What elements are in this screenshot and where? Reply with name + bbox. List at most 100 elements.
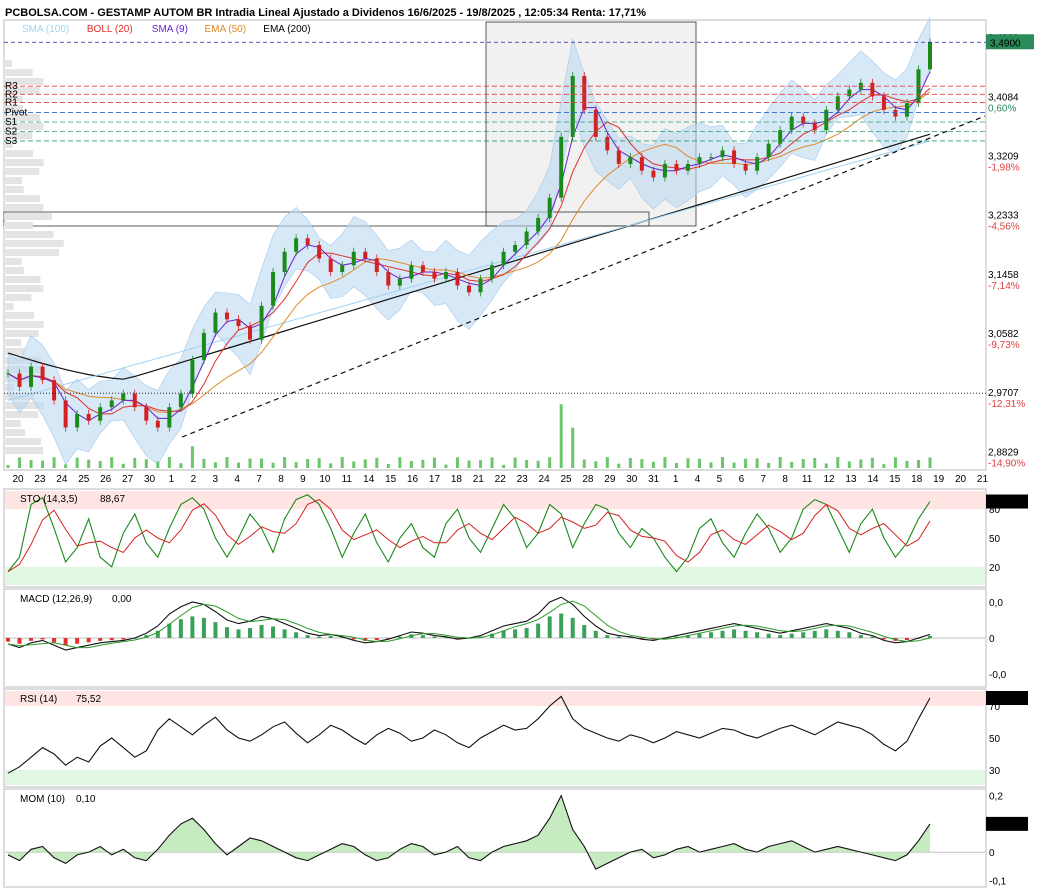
x-tick-label: 15 [385, 474, 397, 485]
volume-bar [502, 464, 506, 468]
candle-body [893, 109, 898, 117]
mom-value: 0,10 [76, 794, 96, 805]
macd-histogram-bar [432, 636, 437, 638]
volume-bar [698, 458, 701, 468]
volume-bar [64, 464, 68, 468]
volume-bar [329, 463, 333, 468]
volume-profile-bar [4, 447, 43, 454]
overbought-zone [5, 691, 985, 706]
candle-body [766, 143, 771, 158]
x-tick-label: 7 [256, 474, 262, 485]
sto-y-tick: 50 [989, 534, 1001, 545]
macd-histogram-bar [835, 630, 840, 638]
volume-bar [340, 457, 344, 468]
macd-histogram-bar [397, 636, 402, 638]
x-tick-label: 26 [100, 474, 112, 485]
legend-item-1: SMA (100) [22, 24, 69, 35]
price-y-pct: -12,31% [988, 399, 1025, 410]
candle-body [178, 393, 183, 408]
sto-y-tick: 20 [989, 563, 1001, 574]
volume-bar [386, 463, 390, 468]
candle-body [674, 163, 679, 171]
mom-label: MOM (10) [20, 794, 65, 805]
volume-bar [41, 460, 45, 468]
volume-bar [870, 457, 874, 468]
volume-bar [813, 458, 817, 468]
macd-histogram-bar [40, 638, 45, 640]
rsi-y-tick: 30 [989, 766, 1001, 777]
x-tick-label: 17 [429, 474, 441, 485]
rsi-y-tick: 50 [989, 734, 1001, 745]
candle-body [201, 332, 206, 360]
x-tick-label: 9 [300, 474, 306, 485]
volume-bar [893, 457, 897, 468]
volume-bar [167, 457, 171, 468]
volume-bar [594, 461, 598, 468]
volume-profile-bar [4, 60, 12, 67]
x-tick-label: 31 [648, 474, 660, 485]
price-y-pct: -1,98% [988, 163, 1020, 174]
volume-profile-bar [4, 294, 32, 301]
volume-bar [605, 457, 609, 468]
x-tick-label: 20 [12, 474, 24, 485]
volume-profile-bar [4, 321, 44, 328]
macd-histogram-bar [190, 616, 195, 638]
x-tick-label: 6 [739, 474, 745, 485]
candle-body [420, 265, 425, 273]
volume-bar [571, 427, 575, 468]
volume-profile-bar [4, 303, 14, 310]
x-tick-label: 22 [495, 474, 507, 485]
volume-bar [317, 458, 321, 468]
price-y-tick: 3,4084 [988, 92, 1019, 103]
macd-histogram-bar [236, 629, 241, 638]
candle-body [478, 278, 483, 293]
volume-bar [559, 404, 563, 468]
volume-bar [651, 461, 655, 468]
volume-bar [52, 457, 56, 468]
volume-bar [490, 457, 494, 468]
x-tick-label: 29 [604, 474, 616, 485]
x-tick-label: 14 [363, 474, 375, 485]
volume-profile-bar [4, 348, 25, 355]
candle-body [213, 312, 218, 333]
sto-value: 88,67 [100, 494, 125, 505]
macd-histogram-bar [697, 633, 702, 638]
volume-profile-bar [4, 276, 41, 283]
volume-bar [237, 462, 240, 468]
macd-histogram-bar [75, 638, 80, 644]
volume-profile-bar [4, 150, 34, 157]
macd-histogram-bar [858, 635, 863, 638]
x-tick-label: 21 [977, 474, 989, 485]
legend: SMA (100) BOLL (20) SMA (9) EMA (50) EMA (20… [22, 24, 311, 35]
volume-bar [29, 460, 33, 468]
candle-body [328, 258, 333, 273]
mom-y-tick: 0,2 [989, 792, 1003, 803]
macd-histogram-bar [536, 623, 541, 638]
volume-profile-bar [4, 258, 22, 265]
candle-body [812, 123, 817, 131]
candle-body [29, 366, 34, 387]
x-tick-label: 10 [319, 474, 331, 485]
candle-body [467, 285, 471, 293]
candle-body [628, 157, 633, 164]
price-y-pct: -9,73% [988, 340, 1020, 351]
overbought-zone [5, 491, 985, 510]
legend-item-4: EMA (50) [205, 24, 247, 35]
candle-body [455, 272, 460, 286]
macd-histogram-bar [178, 619, 183, 638]
macd-histogram-bar [616, 636, 621, 638]
candle-body [167, 407, 172, 428]
macd-histogram-bar [524, 627, 529, 638]
volume-profile-bar [4, 429, 26, 436]
volume-profile-bar [4, 267, 25, 274]
x-tick-label: 25 [560, 474, 572, 485]
macd-histogram-bar [778, 635, 783, 638]
volume-bar [133, 457, 137, 468]
candle-body [351, 251, 356, 266]
candle-body [259, 305, 264, 340]
x-tick-label: 18 [451, 474, 463, 485]
candle-body [75, 413, 80, 428]
macd-histogram-bar [904, 638, 909, 641]
stock-chart: PCBOLSA.COM - GESTAMP AUTOM BR Intradia … [0, 0, 1041, 892]
candle-body [86, 413, 91, 421]
